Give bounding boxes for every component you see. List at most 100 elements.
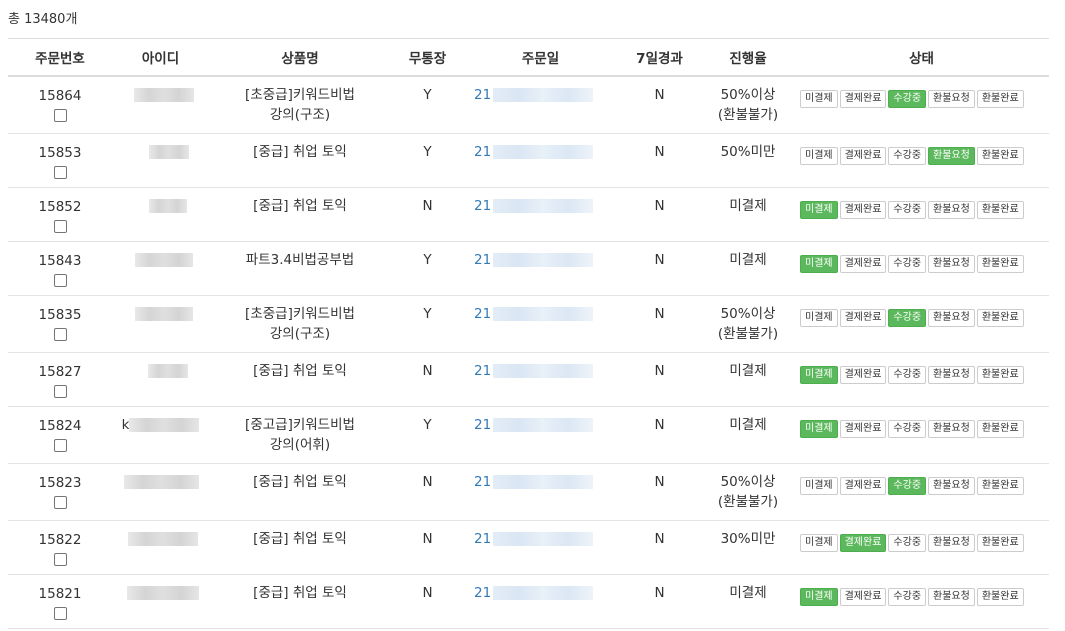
order-date: 21: [474, 143, 492, 160]
row-checkbox[interactable]: [53, 165, 67, 179]
product-name: [초중급]키워드비법강의(구조): [209, 76, 391, 134]
status-button-in-progress[interactable]: 수강중: [888, 308, 927, 327]
status-button-unpaid[interactable]: 미결제: [800, 365, 838, 384]
bank-transfer-flag: N: [391, 352, 464, 407]
status-button-unpaid[interactable]: 미결제: [800, 308, 838, 327]
status-button-refund-request[interactable]: 환불요청: [928, 533, 975, 552]
row-checkbox[interactable]: [53, 384, 67, 398]
status-button-paid[interactable]: 결제완료: [839, 308, 887, 327]
column-header-order-number: 주문번호: [8, 38, 112, 77]
status-button-in-progress[interactable]: 수강중: [888, 254, 927, 273]
seven-days-passed-flag: N: [617, 520, 702, 575]
status-button-paid[interactable]: 결제완료: [839, 365, 887, 384]
status-button-refund-request[interactable]: 환불요청: [928, 90, 975, 108]
status-button-refund-complete[interactable]: 환불완료: [976, 476, 1024, 495]
user-id-redacted: [134, 306, 193, 321]
status-button-in-progress[interactable]: 수강중: [888, 476, 927, 495]
status-button-unpaid[interactable]: 미결제: [800, 254, 838, 273]
row-checkbox[interactable]: [53, 438, 67, 452]
product-name: [중고급]키워드비법강의(어휘): [209, 406, 391, 464]
seven-days-passed-flag: N: [617, 187, 702, 242]
status-button-paid[interactable]: 결제완료: [839, 587, 887, 606]
order-number-cell: 15853: [8, 133, 112, 188]
status-button-refund-request[interactable]: 환불요청: [928, 146, 975, 165]
status-button-paid[interactable]: 결제완료: [839, 533, 887, 552]
status-button-in-progress[interactable]: 수강중: [888, 419, 927, 438]
order-date: 21: [474, 530, 492, 547]
status-button-refund-request[interactable]: 환불요청: [928, 419, 975, 438]
row-checkbox[interactable]: [53, 219, 67, 233]
status-button-refund-request[interactable]: 환불요청: [928, 254, 975, 273]
order-number: 15821: [38, 585, 82, 602]
status-button-refund-complete[interactable]: 환불완료: [976, 254, 1024, 273]
order-number: 15835: [38, 306, 82, 323]
row-checkbox[interactable]: [53, 109, 67, 122]
status-button-in-progress[interactable]: 수강중: [888, 146, 927, 165]
user-id-redacted: [134, 252, 193, 267]
status-cell: 미결제 결제완료 수강중 환불요청 환불완료: [794, 574, 1049, 629]
order-date-redacted: [493, 474, 594, 489]
status-button-in-progress[interactable]: 수강중: [888, 587, 927, 606]
status-button-paid[interactable]: 결제완료: [839, 476, 887, 495]
status-button-unpaid[interactable]: 미결제: [800, 200, 838, 219]
status-button-in-progress[interactable]: 수강중: [888, 365, 927, 384]
status-button-paid[interactable]: 결제완료: [839, 419, 887, 438]
status-button-refund-complete[interactable]: 환불완료: [976, 365, 1024, 384]
status-button-refund-request[interactable]: 환불요청: [928, 365, 975, 384]
status-button-unpaid[interactable]: 미결제: [800, 587, 838, 606]
seven-days-passed-flag: N: [617, 295, 702, 353]
status-button-refund-request[interactable]: 환불요청: [928, 476, 975, 495]
status-button-refund-complete[interactable]: 환불완료: [976, 419, 1024, 438]
order-date-redacted: [493, 88, 594, 102]
table-row: 15827 [중급] 취업 토익 N 21 N 미결제 미결제 결제완료 수강중 환불요청 환불완료: [8, 352, 1049, 407]
status-button-unpaid[interactable]: 미결제: [800, 476, 838, 495]
user-id-redacted: [124, 474, 199, 489]
user-id-cell: k: [112, 406, 209, 464]
progress-rate: 50%이상(환불불가): [702, 76, 794, 134]
seven-days-passed-flag: N: [617, 133, 702, 188]
status-button-refund-complete[interactable]: 환불완료: [976, 90, 1024, 108]
status-button-in-progress[interactable]: 수강중: [888, 90, 927, 108]
status-button-unpaid[interactable]: 미결제: [800, 533, 838, 552]
status-button-refund-complete[interactable]: 환불완료: [976, 587, 1024, 606]
status-button-refund-complete[interactable]: 환불완료: [976, 146, 1024, 165]
order-date-redacted: [493, 306, 594, 321]
status-button-paid[interactable]: 결제완료: [839, 146, 887, 165]
status-button-unpaid[interactable]: 미결제: [800, 146, 838, 165]
row-checkbox[interactable]: [53, 327, 67, 341]
order-date: 21: [474, 87, 492, 103]
status-button-unpaid[interactable]: 미결제: [800, 90, 838, 108]
status-button-refund-complete[interactable]: 환불완료: [976, 200, 1024, 219]
order-date: 21: [474, 197, 492, 214]
order-date-cell: 21: [464, 241, 617, 296]
table-header-row: 주문번호 아이디 상품명 무통장 주문일 7일경과 진행율 상태: [8, 38, 1049, 77]
status-button-refund-complete[interactable]: 환불완료: [976, 308, 1024, 327]
bank-transfer-flag: Y: [391, 133, 464, 188]
order-date: 21: [474, 584, 492, 601]
bank-transfer-flag: Y: [391, 406, 464, 464]
user-id-redacted: [129, 417, 200, 432]
order-date-redacted: [493, 531, 594, 546]
status-button-paid[interactable]: 결제완료: [839, 200, 887, 219]
status-button-refund-request[interactable]: 환불요청: [928, 587, 975, 606]
row-checkbox[interactable]: [53, 273, 67, 287]
status-button-refund-complete[interactable]: 환불완료: [976, 533, 1024, 552]
order-number-cell: 15843: [8, 241, 112, 296]
status-button-in-progress[interactable]: 수강중: [888, 200, 927, 219]
row-checkbox[interactable]: [53, 606, 67, 620]
order-date: 21: [474, 416, 492, 433]
status-button-paid[interactable]: 결제완료: [839, 90, 887, 108]
row-checkbox[interactable]: [53, 552, 67, 566]
table-row: 15822 [중급] 취업 토익 N 21 N 30%미만 미결제 결제완료 수강중 환불요청 환불…: [8, 520, 1049, 575]
user-id-cell: [112, 352, 209, 407]
row-checkbox[interactable]: [53, 495, 67, 509]
status-button-in-progress[interactable]: 수강중: [888, 533, 927, 552]
status-cell: 미결제 결제완료 수강중 환불요청 환불완료: [794, 295, 1049, 353]
status-button-unpaid[interactable]: 미결제: [800, 419, 838, 438]
order-date-cell: 21: [464, 406, 617, 464]
status-button-paid[interactable]: 결제완료: [839, 254, 887, 273]
table-row: 15853 [중급] 취업 토익 Y 21 N 50%미만 미결제 결제완료 수강중 환불요청 환불…: [8, 133, 1049, 188]
order-number-cell: 15821: [8, 574, 112, 629]
status-button-refund-request[interactable]: 환불요청: [928, 200, 975, 219]
status-button-refund-request[interactable]: 환불요청: [928, 308, 975, 327]
